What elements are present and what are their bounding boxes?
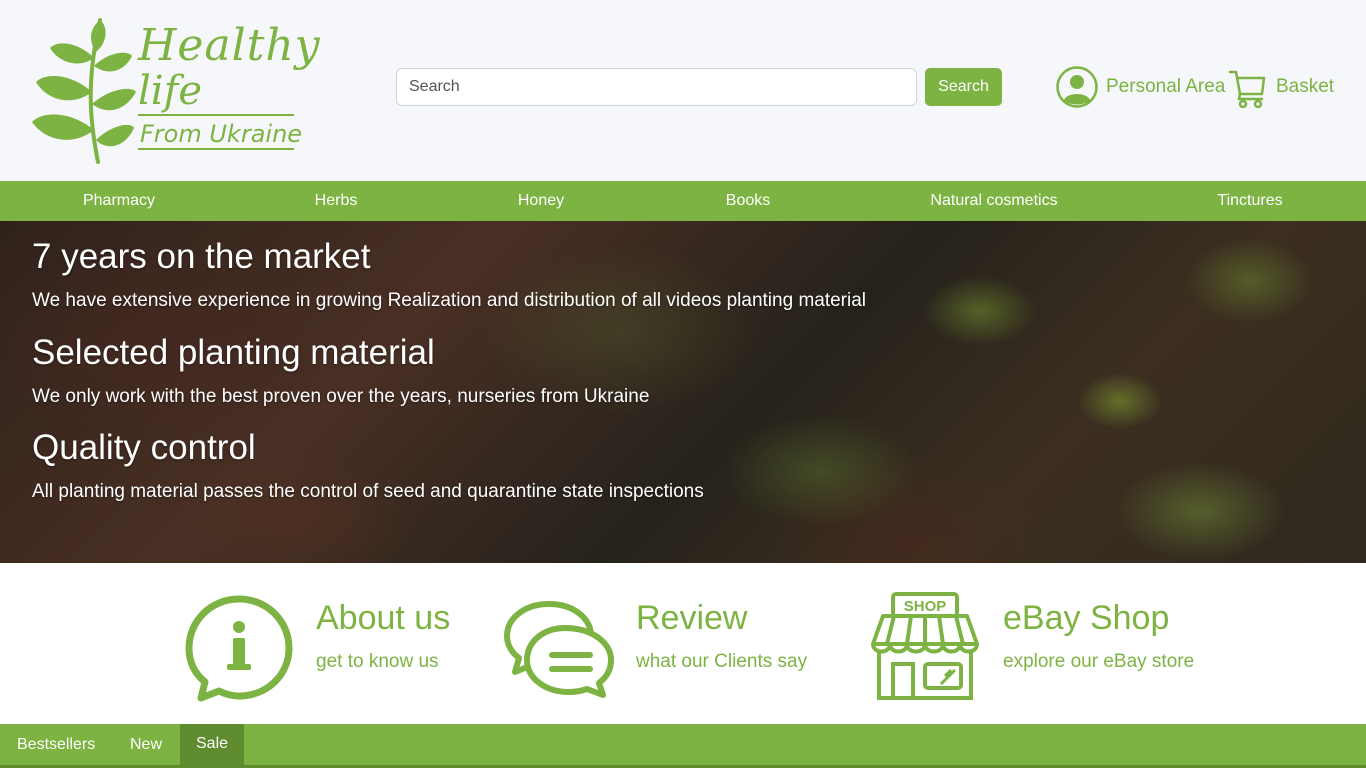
chat-bubbles-icon bbox=[504, 601, 614, 698]
info-title: eBay Shop bbox=[1003, 599, 1170, 637]
site-header: Healthy life From Ukraine Search Persona… bbox=[0, 0, 1366, 181]
hero-text: We have extensive experience in growing … bbox=[32, 290, 867, 311]
info-title: Review bbox=[636, 599, 748, 637]
search-button[interactable]: Search bbox=[925, 68, 1002, 106]
logo-divider bbox=[138, 114, 294, 116]
info-title: About us bbox=[316, 599, 451, 637]
logo-line-3: From Ukraine bbox=[140, 120, 303, 148]
info-subtitle: explore our eBay store bbox=[1003, 651, 1195, 672]
info-section: About us get to know us Review what our … bbox=[0, 563, 1366, 724]
hero-banner: 7 years on the market We have extensive … bbox=[0, 221, 1366, 563]
info-subtitle: get to know us bbox=[316, 651, 439, 672]
shop-icon: SHOP bbox=[871, 592, 979, 700]
nav-item-herbs[interactable]: Herbs bbox=[315, 181, 358, 221]
info-subtitle: what our Clients say bbox=[636, 651, 808, 672]
shop-icon-text: SHOP bbox=[904, 598, 947, 615]
basket-link[interactable]: Basket bbox=[1228, 65, 1334, 109]
nav-item-books[interactable]: Books bbox=[726, 181, 770, 221]
tab-sale[interactable]: Sale bbox=[180, 724, 245, 765]
info-bubble-icon bbox=[185, 595, 293, 702]
hero-title: Quality control bbox=[32, 428, 256, 467]
hero-title: 7 years on the market bbox=[32, 237, 371, 276]
personal-area-link[interactable]: Personal Area bbox=[1056, 65, 1225, 109]
logo-divider bbox=[138, 148, 294, 150]
search-input[interactable] bbox=[396, 68, 917, 106]
user-circle-icon bbox=[1056, 66, 1098, 108]
ebay-shop-link[interactable]: SHOP eBay Shop explore our eBay store bbox=[869, 563, 1214, 724]
nav-item-natural-cosmetics[interactable]: Natural cosmetics bbox=[930, 181, 1057, 221]
category-nav: Pharmacy Herbs Honey Books Natural cosme… bbox=[0, 181, 1366, 221]
cart-icon bbox=[1228, 70, 1266, 108]
tab-bestsellers[interactable]: Bestsellers bbox=[1, 724, 111, 765]
nav-item-pharmacy[interactable]: Pharmacy bbox=[83, 181, 155, 221]
about-us-link[interactable]: About us get to know us bbox=[183, 563, 463, 724]
logo-line-1: Healthy bbox=[138, 20, 321, 71]
brand-logo[interactable]: Healthy life From Ukraine bbox=[28, 12, 320, 164]
nav-item-tinctures[interactable]: Tinctures bbox=[1217, 181, 1282, 221]
hero-text: All planting material passes the control… bbox=[32, 481, 704, 502]
personal-area-label: Personal Area bbox=[1106, 76, 1226, 97]
leaf-branch-icon bbox=[32, 18, 136, 164]
review-link[interactable]: Review what our Clients say bbox=[503, 563, 833, 724]
basket-label: Basket bbox=[1276, 76, 1335, 97]
tab-new[interactable]: New bbox=[114, 724, 178, 765]
hero-text: We only work with the best proven over t… bbox=[32, 386, 650, 407]
hero-title: Selected planting material bbox=[32, 333, 435, 372]
product-tabs: Bestsellers New Sale bbox=[0, 724, 1366, 768]
logo-line-2: life bbox=[138, 68, 203, 114]
nav-item-honey[interactable]: Honey bbox=[518, 181, 564, 221]
